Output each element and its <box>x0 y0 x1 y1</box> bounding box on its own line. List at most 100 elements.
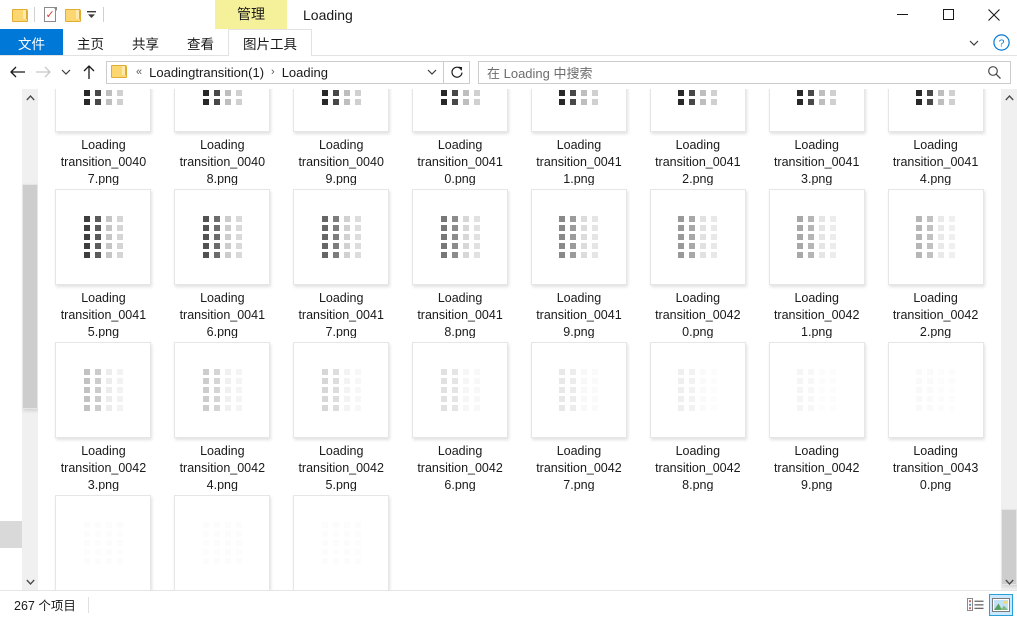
navpane-scroll-down-button[interactable] <box>22 573 38 590</box>
file-thumbnail[interactable] <box>412 89 509 132</box>
details-view-button[interactable] <box>963 594 987 616</box>
file-item[interactable]: Loading transition_0042 2.png <box>876 185 995 338</box>
search-input[interactable]: 在 Loading 中搜索 <box>487 63 987 82</box>
file-item[interactable]: Loading transition_0040 8.png <box>163 89 282 185</box>
address-bar[interactable]: « Loadingtransition(1) › Loading <box>106 60 444 84</box>
file-list-scrollbar[interactable] <box>1001 89 1017 590</box>
tab-picture-tools[interactable]: 图片工具 <box>228 29 312 56</box>
navpane-scroll-thumb[interactable] <box>22 184 38 409</box>
file-thumbnail[interactable] <box>649 89 746 132</box>
close-button[interactable] <box>971 0 1017 29</box>
file-thumbnail[interactable] <box>412 189 509 285</box>
up-button[interactable] <box>76 59 102 85</box>
search-icon[interactable] <box>987 65 1006 80</box>
file-item[interactable]: Loading transition_0043 0.png <box>876 338 995 491</box>
file-item[interactable]: Loading transition_0041 3.png <box>757 89 876 185</box>
file-item[interactable]: Loading transition_0041 1.png <box>520 89 639 185</box>
back-button[interactable] <box>4 59 30 85</box>
file-item[interactable]: Loadingtransition_00432.png <box>163 491 282 590</box>
file-item[interactable]: Loading transition_0041 6.png <box>163 185 282 338</box>
file-thumbnail[interactable] <box>530 89 627 132</box>
ribbon-collapse-button[interactable] <box>965 32 983 54</box>
file-thumbnail[interactable] <box>293 495 390 590</box>
tab-share[interactable]: 共享 <box>118 29 173 56</box>
properties-icon[interactable]: ✓ <box>39 4 61 26</box>
file-item[interactable]: Loadingtransition_00433.png <box>282 491 401 590</box>
file-thumbnail[interactable] <box>768 89 865 132</box>
tab-file[interactable]: 文件 <box>0 29 63 56</box>
file-item[interactable]: Loading transition_0040 9.png <box>282 89 401 185</box>
file-thumbnail[interactable] <box>174 342 271 438</box>
file-thumbnail[interactable] <box>293 189 390 285</box>
file-list-view[interactable]: Loading transition_0040 7.png Loading transi… <box>38 89 1017 590</box>
file-name-line: transition_0041 <box>536 155 622 169</box>
loading-dot <box>689 369 696 375</box>
folder-icon[interactable] <box>8 4 30 26</box>
file-thumbnail[interactable] <box>768 342 865 438</box>
help-button[interactable]: ? <box>991 33 1011 53</box>
breadcrumb-separator[interactable]: › <box>266 66 280 78</box>
refresh-button[interactable] <box>444 60 470 84</box>
search-box[interactable]: 在 Loading 中搜索 <box>478 60 1011 84</box>
tab-view[interactable]: 查看 <box>173 29 228 56</box>
loading-dot <box>592 369 598 375</box>
file-thumbnail[interactable] <box>174 189 271 285</box>
maximize-button[interactable] <box>925 0 971 29</box>
file-thumbnail[interactable] <box>649 189 746 285</box>
file-thumbnail[interactable] <box>55 495 152 590</box>
file-item[interactable]: Loading transition_0042 9.png <box>757 338 876 491</box>
loading-dot <box>581 405 587 411</box>
file-thumbnail[interactable] <box>174 495 271 590</box>
file-item[interactable]: Loading transition_0042 3.png <box>44 338 163 491</box>
file-thumbnail[interactable] <box>768 189 865 285</box>
file-thumbnail[interactable] <box>293 342 390 438</box>
file-item[interactable]: Loading transition_0042 6.png <box>401 338 520 491</box>
file-item[interactable]: Loading transition_0040 7.png <box>44 89 163 185</box>
file-thumbnail[interactable] <box>887 342 984 438</box>
file-thumbnail[interactable] <box>887 89 984 132</box>
file-thumbnail[interactable] <box>530 189 627 285</box>
minimize-button[interactable] <box>879 0 925 29</box>
file-thumbnail[interactable] <box>530 342 627 438</box>
file-thumbnail[interactable] <box>887 189 984 285</box>
file-thumbnail[interactable] <box>412 342 509 438</box>
file-item[interactable]: Loading transition_0042 4.png <box>163 338 282 491</box>
file-item[interactable]: Loading transition_0041 4.png <box>876 89 995 185</box>
file-item[interactable]: Loading transition_0041 2.png <box>638 89 757 185</box>
file-item[interactable]: Loading transition_0042 0.png <box>638 185 757 338</box>
file-item[interactable]: Loading transition_0042 5.png <box>282 338 401 491</box>
file-item[interactable]: Loading transition_0042 1.png <box>757 185 876 338</box>
navpane-scrollbar[interactable] <box>22 89 38 590</box>
file-item[interactable]: Loading transition_0041 0.png <box>401 89 520 185</box>
forward-button[interactable] <box>30 59 56 85</box>
filelist-scroll-down-button[interactable] <box>1001 573 1017 590</box>
file-item[interactable]: Loading transition_0041 7.png <box>282 185 401 338</box>
loading-dot <box>678 234 685 240</box>
recent-locations-button[interactable] <box>56 59 76 85</box>
file-item[interactable]: Loading transition_0042 7.png <box>520 338 639 491</box>
file-thumbnail[interactable] <box>174 89 271 132</box>
navpane-scroll-up-button[interactable] <box>22 89 38 106</box>
file-thumbnail[interactable] <box>55 189 152 285</box>
new-folder-icon[interactable] <box>61 4 83 26</box>
filelist-scroll-up-button[interactable] <box>1001 89 1017 106</box>
breadcrumb-item-0[interactable]: Loadingtransition(1) <box>147 65 266 80</box>
address-dropdown-button[interactable] <box>423 62 441 83</box>
file-item[interactable]: Loadingtransition_00431.png <box>44 491 163 590</box>
breadcrumb-item-1[interactable]: Loading <box>280 65 330 80</box>
file-item[interactable]: Loading transition_0041 8.png <box>401 185 520 338</box>
file-thumbnail[interactable] <box>293 89 390 132</box>
file-item[interactable]: Loading transition_0041 9.png <box>520 185 639 338</box>
tab-home[interactable]: 主页 <box>63 29 118 56</box>
file-item[interactable]: Loading transition_0042 8.png <box>638 338 757 491</box>
navpane-scroll-track[interactable] <box>22 106 38 573</box>
chevron-down-icon[interactable] <box>83 4 99 26</box>
file-thumbnail[interactable] <box>55 89 152 132</box>
file-thumbnail[interactable] <box>649 342 746 438</box>
large-icons-view-button[interactable] <box>989 593 1013 616</box>
loading-dot <box>105 252 112 258</box>
file-item[interactable]: Loading transition_0041 5.png <box>44 185 163 338</box>
breadcrumb-overflow[interactable]: « <box>131 66 147 78</box>
file-thumbnail[interactable] <box>55 342 152 438</box>
loading-dot <box>117 531 123 537</box>
